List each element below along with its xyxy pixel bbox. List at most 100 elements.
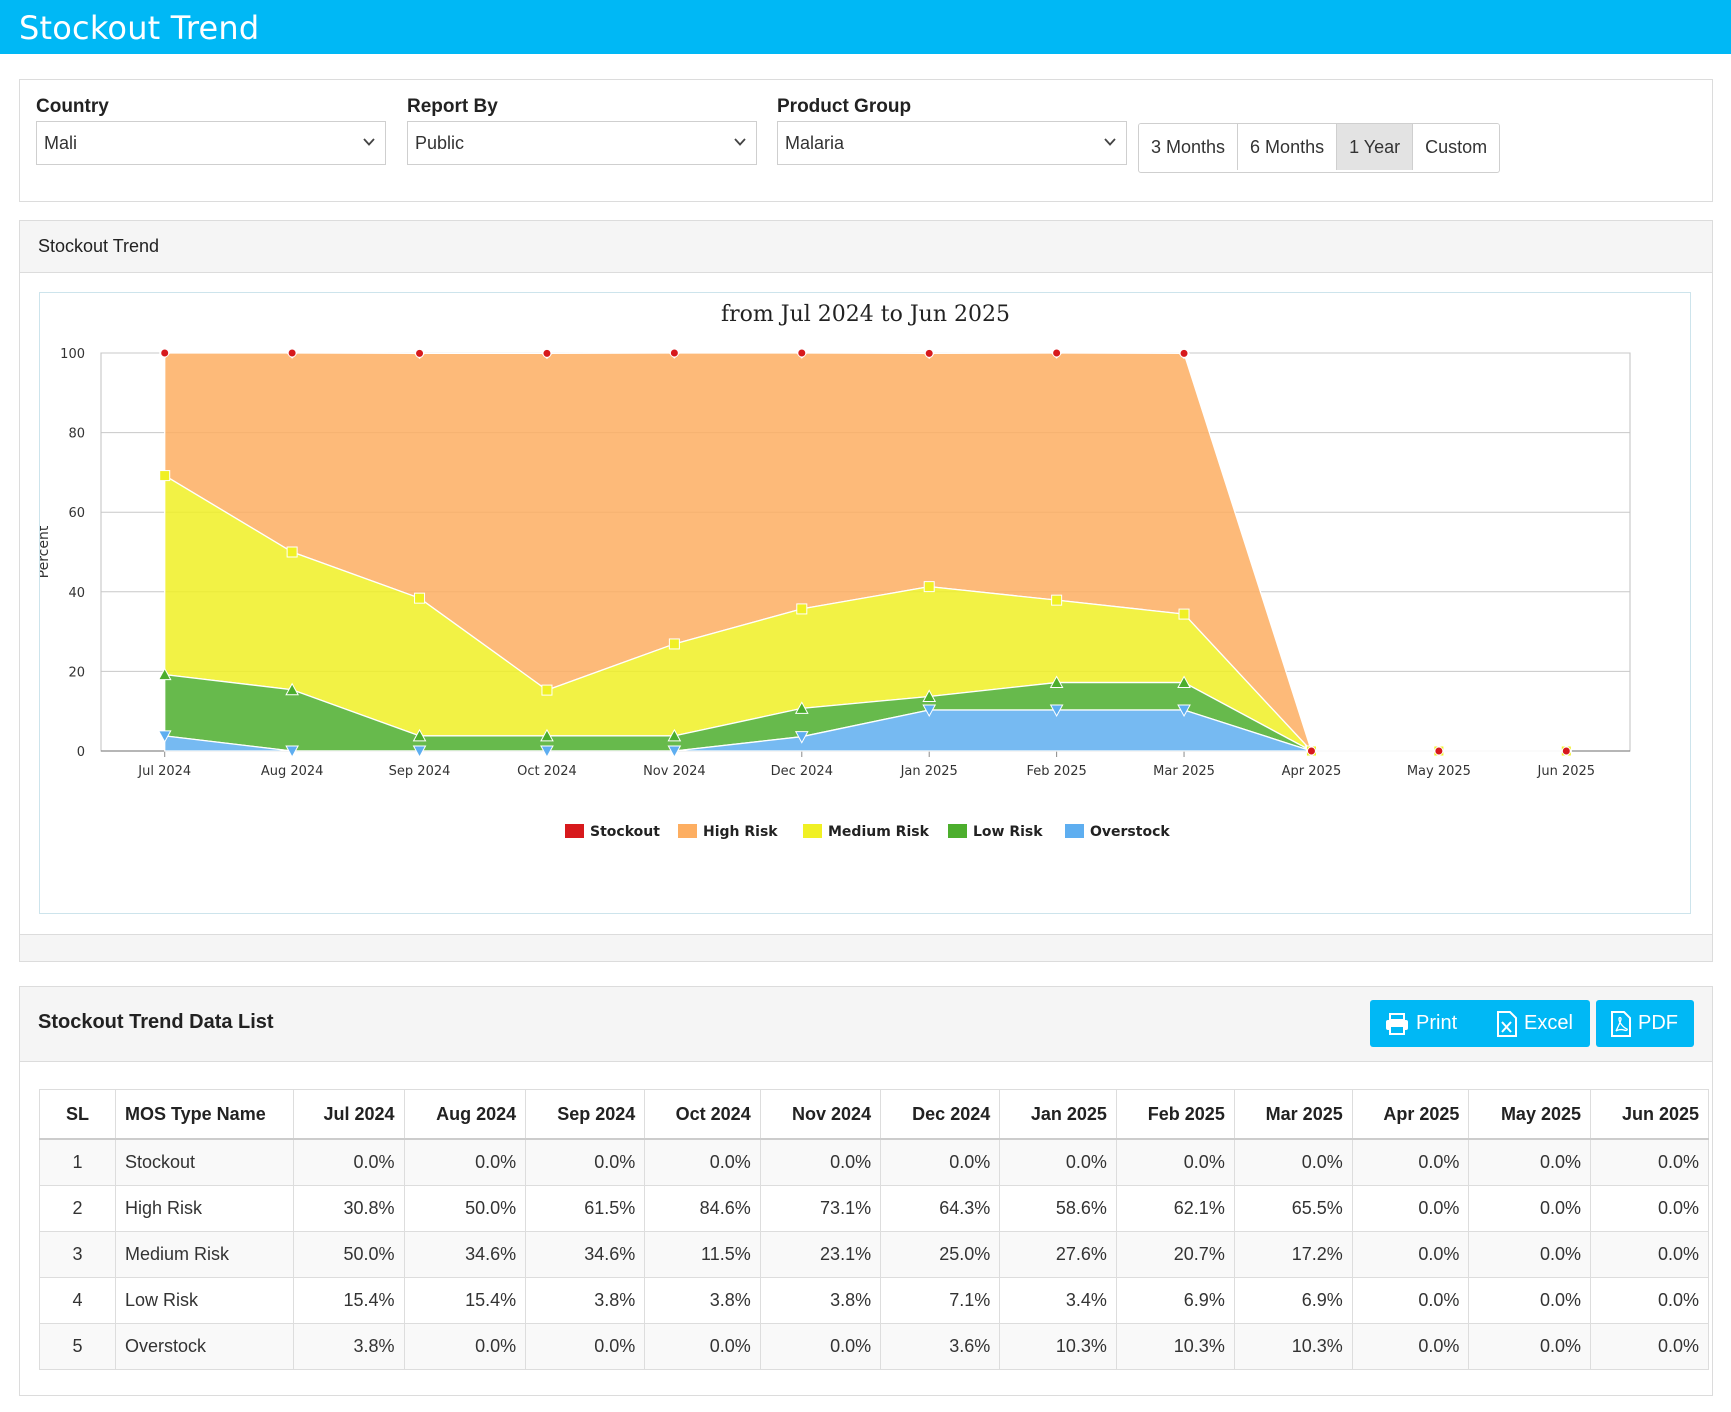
table-cell: High Risk [115,1185,294,1232]
table-header-row: SL MOS Type Name Jul 2024 Aug 2024 Sep 2024 O… [39,1089,1709,1140]
x-tick-label: Mar 2025 [1153,764,1215,779]
data-point-stockout [287,348,297,358]
period-1-year-button[interactable]: 1 Year [1337,124,1414,170]
x-tick-label: Dec 2024 [771,764,833,779]
table-cell: 0.0% [403,1138,527,1186]
y-axis-label: Percent [40,525,52,578]
product-group-select[interactable]: Malaria [777,121,1127,165]
x-tick-label: Nov 2024 [643,764,706,779]
pdf-button-label: PDF [1638,1012,1678,1034]
table-panel: Stockout Trend Data List Print Excel PDF… [19,986,1713,1396]
table-cell: 0.0% [1590,1277,1709,1324]
data-point-medium-risk [541,684,553,696]
stockout-trend-chart: 0 20 40 60 80 100 Percent from Jul 2024 to Jun … [36,302,1631,840]
product-group-label: Product Group [777,96,912,117]
chart-panel-title: Stockout Trend [38,236,160,256]
printer-icon [1386,1012,1408,1035]
x-tick-label: Jun 2025 [1537,764,1596,779]
legend-label: Medium Risk [828,824,930,840]
column-header-3: Aug 2024 [403,1089,527,1140]
x-tick-label: Apr 2025 [1282,764,1342,779]
chart-panel: Stockout Trend 0 20 40 60 80 100 Percent from J… [19,220,1713,962]
legend-swatch [1065,824,1084,838]
table-cell: 0.0% [759,1323,882,1370]
legend-swatch [565,824,584,838]
column-header-9: Feb 2025 [1115,1089,1235,1140]
table-cell: 10.3% [1115,1323,1235,1370]
table-cell: 50.0% [403,1185,527,1232]
table-cell: 0.0% [1468,1185,1591,1232]
table-cell: 3.8% [293,1323,405,1370]
y-tick-label: 40 [68,586,85,601]
chevron-down-icon [363,138,375,146]
table-cell: 27.6% [999,1231,1117,1278]
column-header-10: Mar 2025 [1233,1089,1353,1140]
column-header-12: May 2025 [1468,1089,1591,1140]
table-cell: 0.0% [1468,1277,1591,1324]
period-button-group: 3 Months 6 Months 1 Year Custom [1138,123,1501,173]
table-cell: 0.0% [1590,1185,1709,1232]
column-header-7: Dec 2024 [880,1089,1001,1140]
country-select[interactable]: Mali [36,121,386,165]
excel-button[interactable]: Excel [1482,1000,1590,1047]
data-point-medium-risk [159,470,171,482]
pdf-button[interactable]: PDF [1596,1000,1694,1047]
report-by-select[interactable]: Public [407,121,757,165]
table-cell: 10.3% [999,1323,1117,1370]
data-point-medium-risk [286,546,298,558]
period-6-months-button[interactable]: 6 Months [1238,124,1338,170]
column-header-11: Apr 2025 [1351,1089,1470,1140]
table-cell: 0.0% [1590,1231,1709,1278]
chart-panel-header: Stockout Trend [20,221,1712,273]
table-row: 3 Medium Risk 50.0% 34.6% 34.6% 11.5% 23.1% 25.… [39,1231,1709,1278]
table-cell: 0.0% [525,1138,646,1186]
table-cell: 0.0% [1468,1231,1591,1278]
period-custom-button[interactable]: Custom [1413,124,1500,170]
chart-title: from Jul 2024 to Jun 2025 [721,302,1010,327]
table-cell: 0.0% [880,1138,1001,1186]
chart-panel-footer [20,934,1712,961]
table-cell: 2 [39,1185,116,1232]
table-cell: 30.8% [293,1185,405,1232]
column-header-0: SL [39,1089,116,1140]
legend-label: Low Risk [973,824,1043,840]
data-point-stockout [1052,348,1062,358]
table-cell: 1 [39,1138,116,1186]
legend-swatch [948,824,967,838]
table-cell: 6.9% [1115,1277,1235,1324]
y-tick-label: 0 [77,745,85,760]
excel-button-label: Excel [1524,1012,1573,1034]
table-cell: Stockout [115,1138,294,1186]
table-row: 5 Overstock 3.8% 0.0% 0.0% 0.0% 0.0% 3.6% 10.3% 1… [39,1323,1709,1370]
x-tick-label: Feb 2025 [1027,764,1087,779]
table-cell: 84.6% [644,1185,761,1232]
table-cell: 10.3% [1233,1323,1353,1370]
table-cell: Medium Risk [115,1231,294,1278]
table-cell: 0.0% [1351,1323,1470,1370]
x-tick-label: Oct 2024 [517,764,577,779]
print-button-label: Print [1416,1012,1458,1034]
data-point-stockout [1179,348,1189,358]
table-cell: 0.0% [1115,1138,1235,1186]
table-cell: 0.0% [759,1138,882,1186]
report-by-label: Report By [407,96,498,117]
table-cell: 50.0% [293,1231,405,1278]
country-label: Country [36,96,109,117]
page-header: Stockout Trend [0,0,1731,54]
table-cell: 65.5% [1233,1185,1353,1232]
x-tick-label: Sep 2024 [389,764,451,779]
country-select-value: Mali [44,133,78,153]
period-3-months-button[interactable]: 3 Months [1139,124,1239,170]
column-header-5: Oct 2024 [644,1089,761,1140]
table-cell: 0.0% [1351,1277,1470,1324]
table-cell: 7.1% [880,1277,1001,1324]
table-cell: 73.1% [759,1185,882,1232]
table-cell: 6.9% [1233,1277,1353,1324]
report-by-select-value: Public [415,133,465,153]
column-header-1: MOS Type Name [115,1089,294,1140]
table-cell: 64.3% [880,1185,1001,1232]
table-cell: 15.4% [293,1277,405,1324]
data-point-stockout [1434,746,1444,756]
table-cell: 0.0% [403,1323,527,1370]
table-cell: 3.8% [525,1277,646,1324]
